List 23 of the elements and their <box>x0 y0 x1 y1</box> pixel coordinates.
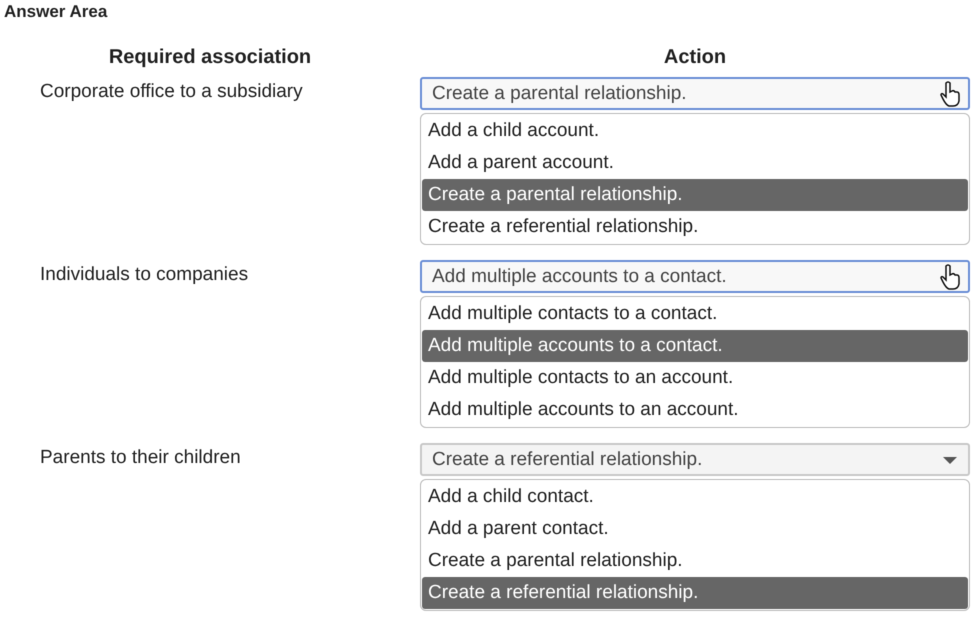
dropdown-option[interactable]: Create a referential relationship. <box>422 577 968 609</box>
dropdown-option[interactable]: Add a parent account. <box>422 147 968 179</box>
dropdown-option[interactable]: Create a referential relationship. <box>422 211 968 243</box>
dropdown-field[interactable]: Add multiple accounts to a contact. <box>420 260 970 293</box>
dropdown-option[interactable]: Create a parental relationship. <box>422 545 968 577</box>
dropdown-field[interactable]: Create a parental relationship. <box>420 77 970 110</box>
dropdown-option[interactable]: Create a parental relationship. <box>422 179 968 211</box>
section-title: Answer Area <box>3 1 108 22</box>
column-header: Required association <box>108 46 312 69</box>
dropdown-option[interactable]: Add multiple accounts to a contact. <box>422 330 968 362</box>
hand-cursor-icon <box>938 80 962 108</box>
association-label: Corporate office to a subsidiary <box>40 81 303 103</box>
association-label: Individuals to companies <box>40 264 248 286</box>
dropdown-option[interactable]: Add a child contact. <box>422 481 968 513</box>
dropdown-option[interactable]: Add multiple contacts to a contact. <box>422 298 968 330</box>
hand-cursor-icon <box>938 262 962 290</box>
association-label: Parents to their children <box>40 447 241 469</box>
dropdown-option[interactable]: Add a child account. <box>422 115 968 147</box>
dropdown-option[interactable]: Add multiple contacts to an account. <box>422 362 968 394</box>
dropdown-field[interactable]: Create a referential relationship. <box>420 443 970 476</box>
dropdown-option[interactable]: Add a parent contact. <box>422 513 968 545</box>
dropdown-option[interactable]: Add multiple accounts to an account. <box>422 394 968 426</box>
column-header: Action <box>664 46 726 69</box>
